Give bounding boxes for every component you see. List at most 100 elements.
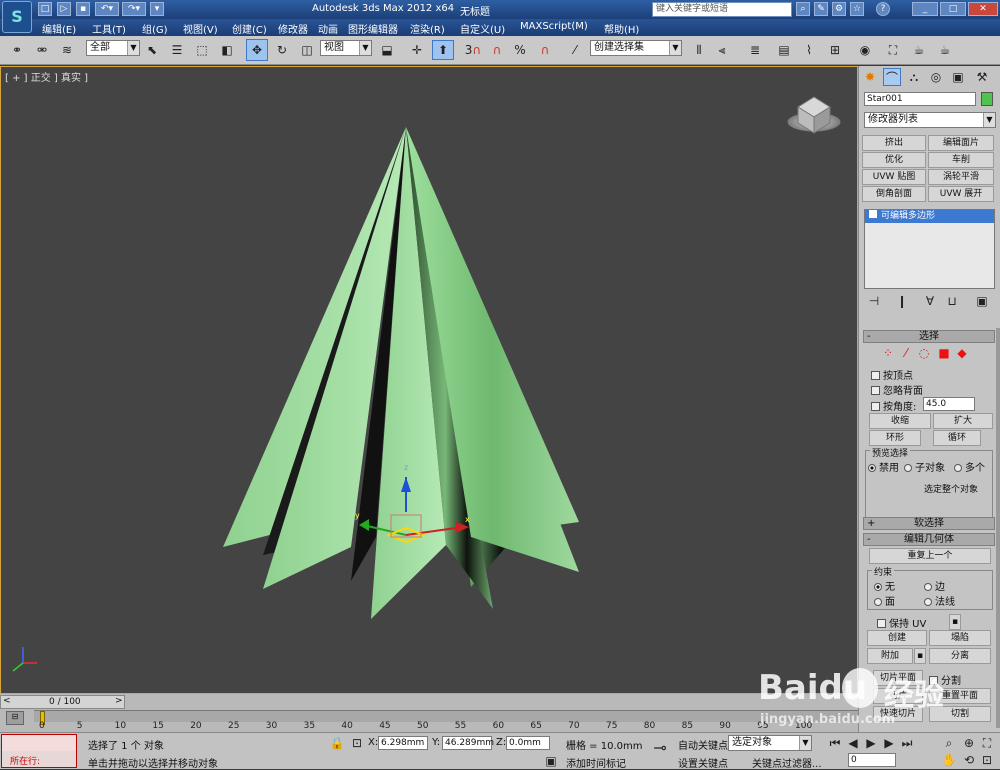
polygon-mode-icon[interactable]: ■ (935, 344, 953, 362)
window-crossing-icon[interactable]: ◧ (218, 41, 236, 59)
zoom-all-icon[interactable]: ⊕ (960, 734, 978, 752)
time-slider-prev-icon[interactable]: < (3, 696, 11, 706)
render-icon[interactable]: ☕ (936, 41, 954, 59)
edit-geometry-rollout-header[interactable]: - 编辑几何体 (863, 533, 995, 546)
modifier-lathe-button[interactable]: 车削 (928, 152, 994, 168)
constraint-face-radio[interactable]: 面 (874, 593, 895, 608)
maximize-viewport-icon[interactable]: ⊡ (978, 751, 996, 769)
named-selection-dropdown[interactable]: 创建选择集 ▼ (590, 40, 682, 56)
hierarchy-tab-icon[interactable]: ⛬ (905, 68, 923, 86)
menu-rendering[interactable]: 渲染(R) (410, 21, 445, 36)
by-vertex-checkbox[interactable]: 按顶点 (871, 367, 913, 382)
save-file-icon[interactable]: ▪ (76, 2, 90, 16)
selection-rollout-header[interactable]: - 选择 (863, 330, 995, 343)
grow-button[interactable]: 扩大 (933, 413, 993, 429)
x-coord-field[interactable]: 6.298mm (378, 736, 428, 750)
align-icon[interactable]: ⫷ (713, 41, 731, 59)
current-frame-field[interactable]: 0 (848, 753, 896, 767)
object-name-field[interactable]: Star001 (864, 92, 976, 106)
goto-end-icon[interactable]: ⏭ (898, 734, 916, 752)
menu-modifiers[interactable]: 修改器 (278, 21, 308, 36)
attach-button[interactable]: 附加 (867, 648, 913, 664)
curve-editor-icon[interactable]: ⌇ (800, 41, 818, 59)
pan-icon[interactable]: ✋ (940, 751, 958, 769)
pivot-center-icon[interactable]: ⬓ (378, 41, 396, 59)
tools-icon[interactable]: ✎ (814, 2, 828, 16)
mirror-icon[interactable]: ⫴ (690, 41, 708, 59)
remove-modifier-icon[interactable]: ⊔ (943, 292, 961, 310)
layer-manager-icon[interactable]: ≣ (746, 41, 764, 59)
bind-space-warp-icon[interactable]: ≋ (58, 41, 76, 59)
maxscript-listener[interactable]: 所在行: (1, 734, 77, 768)
select-by-name-icon[interactable]: ☰ (168, 41, 186, 59)
vertex-mode-icon[interactable]: ⁘ (879, 344, 897, 362)
ignore-backface-checkbox[interactable]: 忽略背面 (871, 382, 923, 397)
panel-scrollbar[interactable] (996, 328, 1000, 728)
select-rotate-icon[interactable]: ↻ (273, 41, 291, 59)
set-key-button[interactable]: 设置关键点 (678, 755, 728, 770)
app-logo-icon[interactable]: S (2, 1, 32, 33)
mini-curve-icon[interactable]: ⊟ (6, 711, 24, 725)
attach-list-button[interactable]: ▪ (914, 648, 926, 664)
display-tab-icon[interactable]: ▣ (949, 68, 967, 86)
menu-edit[interactable]: 编辑(E) (42, 21, 76, 36)
modifier-unwrap-uvw-button[interactable]: UVW 展开 (928, 186, 994, 202)
binoculars-icon[interactable]: ⌕ (796, 2, 810, 16)
maximize-icon[interactable]: □ (940, 2, 966, 16)
prev-frame-icon[interactable]: ◀ (844, 734, 862, 752)
snap-toggle-icon[interactable]: 3∩ (462, 41, 484, 59)
selected-object-dropdown[interactable]: 选定对象 ▼ (728, 735, 812, 751)
search-input[interactable]: 键入关键字或短语 (652, 2, 792, 17)
schematic-view-icon[interactable]: ⊞ (826, 41, 844, 59)
modifier-optimize-button[interactable]: 优化 (862, 152, 926, 168)
preview-subobject-radio[interactable]: 子对象 (904, 459, 945, 474)
select-scale-icon[interactable]: ◫ (298, 41, 316, 59)
shrink-button[interactable]: 收缩 (869, 413, 931, 429)
constraint-none-radio[interactable]: 无 (874, 578, 895, 593)
ring-button[interactable]: 环形 (869, 430, 921, 446)
graphite-tools-icon[interactable]: ▤ (775, 41, 793, 59)
material-editor-icon[interactable]: ◉ (856, 41, 874, 59)
by-angle-checkbox[interactable]: 按角度: (871, 398, 916, 413)
stack-expand-icon[interactable] (869, 210, 877, 218)
favorites-icon[interactable]: ☆ (850, 2, 864, 16)
stack-item-editable-poly[interactable]: 可编辑多边形 (865, 210, 994, 223)
preview-off-radio[interactable]: 禁用 (868, 459, 899, 474)
selection-lock-icon[interactable]: 🔒 (328, 734, 346, 752)
rect-selection-icon[interactable]: ⬚ (193, 41, 211, 59)
make-unique-icon[interactable]: ∀ (921, 292, 939, 310)
rendered-frame-icon[interactable]: ☕ (910, 41, 928, 59)
connect-icon[interactable]: ⚙ (832, 2, 846, 16)
menu-create[interactable]: 创建(C) (232, 21, 267, 36)
preserve-uv-checkbox[interactable]: 保持 UV (877, 615, 926, 630)
object-color-swatch[interactable] (981, 92, 993, 106)
edge-mode-icon[interactable]: ⁄ (897, 344, 915, 362)
set-key-icon[interactable]: ⊸ (648, 739, 672, 757)
modifier-stack[interactable]: 可编辑多边形 (864, 209, 995, 289)
play-icon[interactable]: ▶ (862, 734, 880, 752)
configure-sets-icon[interactable]: ▣ (973, 292, 991, 310)
time-slider-next-icon[interactable]: > (115, 696, 123, 706)
soft-selection-rollout-header[interactable]: + 软选择 (863, 517, 995, 530)
menu-tools[interactable]: 工具(T) (92, 21, 126, 36)
unlink-icon[interactable]: ⚮ (33, 41, 51, 59)
modifier-list-dropdown[interactable]: 修改器列表 ▼ (864, 112, 996, 128)
motion-tab-icon[interactable]: ◎ (927, 68, 945, 86)
undo-icon[interactable]: ↶▾ (95, 2, 119, 16)
render-setup-icon[interactable]: ⛶ (884, 41, 902, 59)
modifier-uvw-map-button[interactable]: UVW 贴图 (862, 169, 926, 185)
selection-filter-dropdown[interactable]: 全部 ▼ (86, 40, 140, 56)
menu-graph-editors[interactable]: 图形编辑器 (348, 21, 398, 36)
zoom-icon[interactable]: ⌕ (940, 734, 958, 752)
add-time-tag-text[interactable]: 添加时间标记 (566, 755, 626, 770)
absolute-mode-icon[interactable]: ⊡ (348, 734, 366, 752)
detach-button[interactable]: 分离 (929, 648, 991, 664)
modifier-bevel-profile-button[interactable]: 倒角剖面 (862, 186, 926, 202)
angle-snap-icon[interactable]: ∩ (488, 41, 506, 59)
z-coord-field[interactable]: 0.0mm (506, 736, 550, 750)
select-move-icon[interactable]: ✥ (246, 39, 268, 61)
reference-coord-dropdown[interactable]: 视图 ▼ (320, 40, 372, 56)
link-icon[interactable]: ⚭ (8, 41, 26, 59)
minimize-icon[interactable]: _ (912, 2, 938, 16)
constraint-edge-radio[interactable]: 边 (924, 578, 945, 593)
